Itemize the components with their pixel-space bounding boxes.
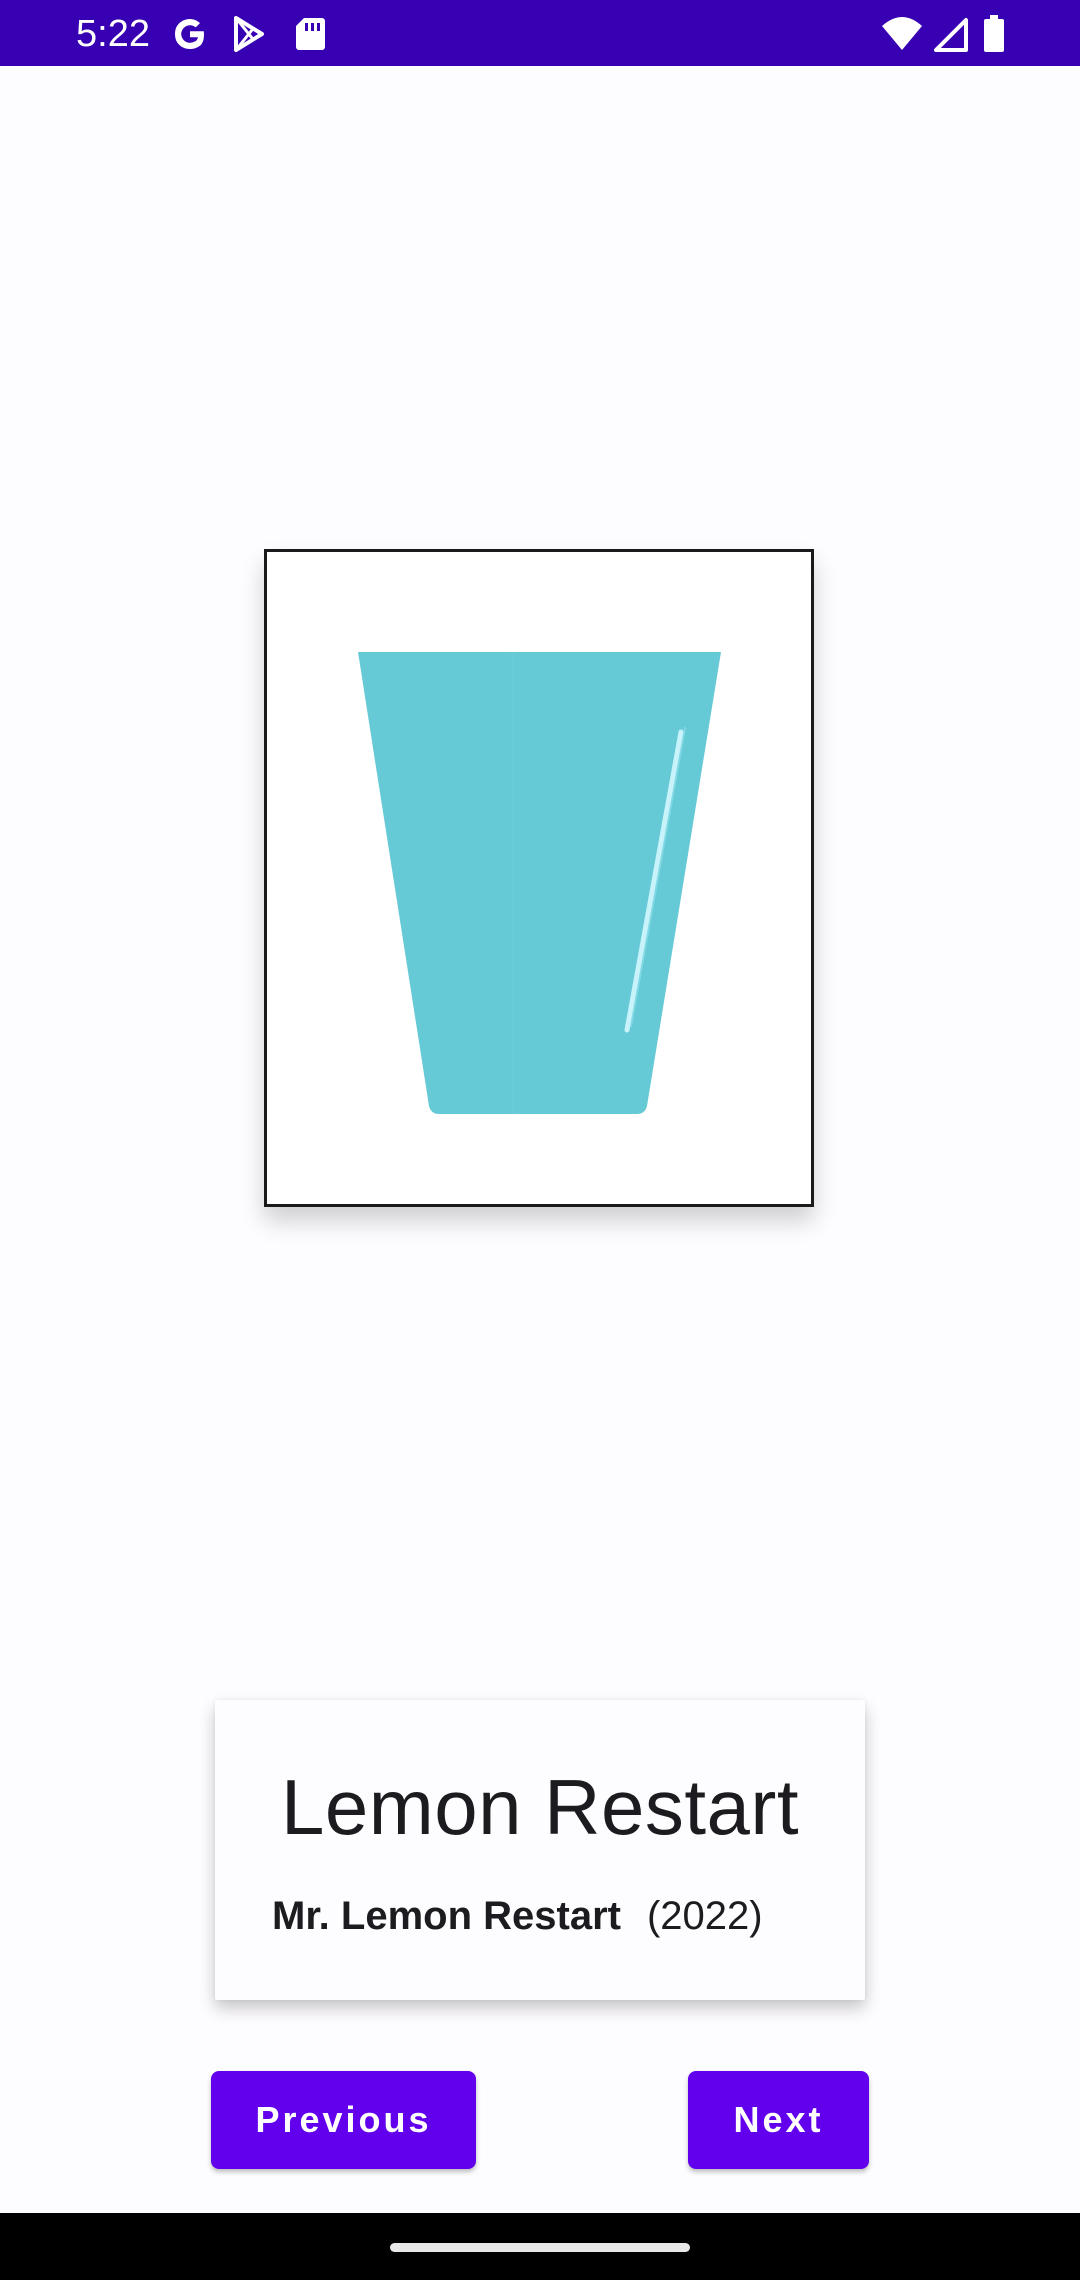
google-icon (175, 19, 204, 49)
battery-icon (984, 15, 1004, 52)
artwork-artist: Mr. Lemon Restart (272, 1894, 621, 1938)
wifi-icon (882, 17, 922, 50)
play-store-icon (234, 16, 264, 52)
sd-card-icon (296, 18, 325, 50)
status-time: 5:22 (76, 13, 150, 55)
navigation-bar (0, 2213, 1080, 2280)
artwork-meta: Mr. Lemon Restart (2022) (272, 1888, 763, 1944)
gesture-handle[interactable] (390, 2243, 690, 2252)
artwork-info-card: Lemon Restart Mr. Lemon Restart (2022) (215, 1700, 865, 2000)
artwork-frame (264, 549, 814, 1207)
next-button[interactable]: Next (688, 2071, 869, 2169)
artwork-year: (2022) (646, 1894, 763, 1938)
cellular-signal-icon (934, 18, 968, 52)
artwork-title: Lemon Restart (280, 1763, 800, 1851)
status-bar: 5:22 (0, 0, 1080, 66)
lemon-glass-icon (358, 652, 721, 1114)
previous-button[interactable]: Previous (211, 2071, 476, 2169)
app-screen: 5:22 Lemon Restart Mr. Lemon Restart (20… (0, 0, 1080, 2280)
